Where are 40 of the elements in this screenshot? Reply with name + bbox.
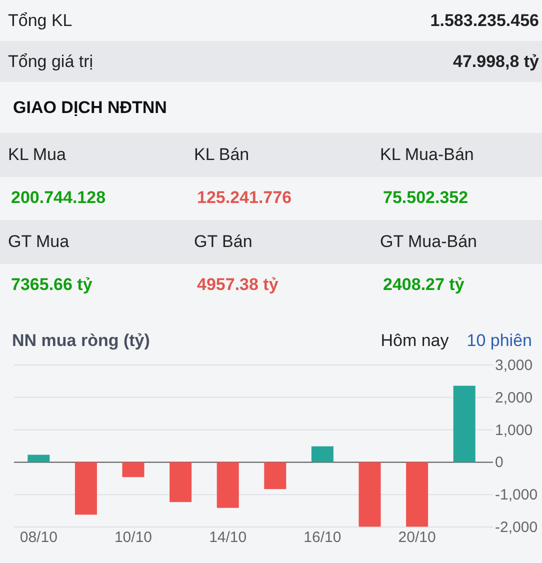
x-tick-label: 14/10 [209,529,247,546]
x-tick-label: 20/10 [398,529,436,546]
stat-label: KL Mua-Bán [380,144,475,165]
bar [216,462,239,508]
section-heading: GIAO DỊCH NĐTNN [12,97,168,119]
stat-value: 125.241.776 [196,188,293,208]
y-tick-label: 1,000 [495,422,533,439]
bar [358,462,381,527]
y-tick-label: -1,000 [495,486,538,504]
period-tab[interactable]: 10 phiên [466,331,532,351]
bar [264,462,286,490]
bar [28,454,50,462]
period-tab[interactable]: Hôm nay [380,331,449,351]
x-tick-label: 10/10 [114,529,152,546]
stat-label: GT Bán [194,232,254,252]
stat-value: 75.502.352 [382,188,470,208]
summary-label: Tổng KL [8,10,72,30]
stat-label: KL Bán [194,144,250,165]
stat-label: GT Mua-Bán [380,232,478,252]
stat-value: 2408.27 tỷ [382,275,466,296]
bar [170,462,192,502]
bar [311,446,334,462]
stat-value: 7365.66 tỷ [10,275,94,296]
y-tick-label: 2,000 [495,389,533,406]
bar [122,462,144,478]
bar [406,462,428,527]
y-tick-label: -2,000 [495,519,538,536]
x-tick-label: 16/10 [304,529,342,546]
stat-value: 200.744.128 [10,188,107,208]
summary-label: Tổng giá trị [8,52,94,72]
stat-label: KL Mua [8,144,67,165]
summary-value: 1.583.235.456 [430,10,539,30]
stat-label: GT Mua [8,232,70,252]
y-tick-label: 0 [495,454,504,472]
stat-value: 4957.38 tỷ [196,275,280,296]
y-tick-label: 3,000 [495,357,533,374]
bar [74,462,97,515]
chart-title: NN mua ròng (tỷ) [12,331,150,351]
summary-value: 47.998,8 tỷ [452,52,539,72]
x-tick-label: 08/10 [20,529,58,546]
